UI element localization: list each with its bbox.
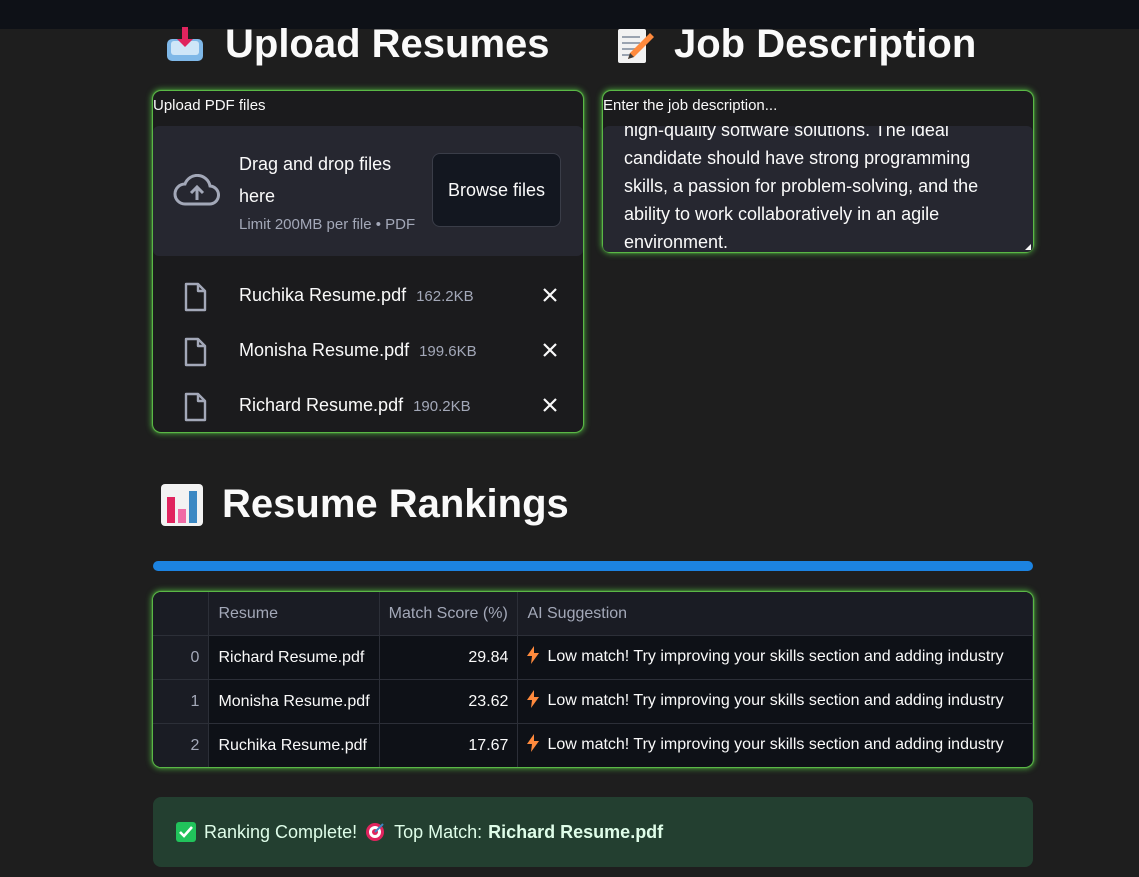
suggestion-cell[interactable]: Low match! Try improving your skills sec… bbox=[517, 723, 1033, 767]
upload-label: Upload PDF files bbox=[153, 97, 266, 114]
progress-bar bbox=[153, 561, 1033, 571]
memo-icon bbox=[612, 23, 656, 67]
column-header-suggestion[interactable]: AI Suggestion bbox=[517, 592, 1033, 636]
resume-cell[interactable]: Monisha Resume.pdf bbox=[208, 679, 380, 724]
remove-file-icon[interactable] bbox=[541, 396, 559, 419]
file-size: 162.2KB bbox=[416, 288, 474, 305]
job-description-label: Enter the job description... bbox=[603, 97, 778, 114]
file-icon bbox=[183, 282, 207, 317]
score-cell[interactable]: 29.84 bbox=[379, 635, 519, 680]
file-size: 199.6KB bbox=[419, 343, 477, 360]
score-cell[interactable]: 23.62 bbox=[379, 679, 519, 724]
success-alert: Ranking Complete! Top Match: Richard Res… bbox=[153, 797, 1033, 867]
success-prefix: Ranking Complete! bbox=[204, 821, 358, 842]
score-cell[interactable]: 17.67 bbox=[379, 723, 519, 767]
resume-cell[interactable]: Ruchika Resume.pdf bbox=[208, 723, 380, 767]
uploaded-file-item: Monisha Resume.pdf 199.6KB bbox=[153, 331, 583, 371]
file-size: 190.2KB bbox=[413, 398, 471, 415]
job-description-textarea[interactable]: high-quality software solutions. The ide… bbox=[603, 126, 1033, 252]
remove-file-icon[interactable] bbox=[541, 286, 559, 309]
column-header-index[interactable] bbox=[153, 592, 210, 636]
column-header-resume[interactable]: Resume bbox=[208, 592, 380, 636]
direct-hit-icon bbox=[365, 822, 385, 842]
table-header-row: Resume Match Score (%) AI Suggestion bbox=[153, 592, 1033, 636]
rankings-heading: Resume Rankings bbox=[160, 482, 569, 527]
resize-handle[interactable] bbox=[1025, 244, 1031, 250]
table-row[interactable]: 0 Richard Resume.pdf 29.84 Low match! Tr… bbox=[153, 635, 1033, 680]
table-row[interactable]: 2 Ruchika Resume.pdf 17.67 Low match! Tr… bbox=[153, 723, 1033, 767]
upload-heading-text: Upload Resumes bbox=[225, 22, 550, 66]
suggestion-cell[interactable]: Low match! Try improving your skills sec… bbox=[517, 635, 1033, 680]
upload-heading: Upload Resumes bbox=[163, 22, 550, 67]
rankings-table[interactable]: Resume Match Score (%) AI Suggestion 0 R… bbox=[153, 592, 1033, 767]
browse-files-button[interactable]: Browse files bbox=[432, 153, 561, 227]
remove-file-icon[interactable] bbox=[541, 341, 559, 364]
dropzone-limit: Limit 200MB per file • PDF bbox=[239, 216, 416, 233]
table-row[interactable]: 1 Monisha Resume.pdf 23.62 Low match! Tr… bbox=[153, 679, 1033, 724]
file-icon bbox=[183, 392, 207, 427]
row-index: 1 bbox=[153, 679, 210, 724]
uploaded-file-item: Richard Resume.pdf 190.2KB bbox=[153, 386, 583, 426]
uploaded-file-item: Ruchika Resume.pdf 162.2KB bbox=[153, 276, 583, 316]
rankings-heading-text: Resume Rankings bbox=[222, 482, 569, 526]
row-index: 2 bbox=[153, 723, 210, 767]
cloud-upload-icon bbox=[173, 173, 221, 213]
file-name: Richard Resume.pdf 190.2KB bbox=[239, 395, 471, 415]
top-match-label: Top Match: bbox=[394, 821, 483, 842]
job-heading: Job Description bbox=[612, 22, 976, 67]
job-panel: Enter the job description... high-qualit… bbox=[603, 91, 1033, 252]
file-icon bbox=[183, 337, 207, 372]
row-index: 0 bbox=[153, 635, 210, 680]
lightning-icon bbox=[527, 646, 540, 669]
file-name: Monisha Resume.pdf 199.6KB bbox=[239, 340, 477, 360]
column-header-score[interactable]: Match Score (%) bbox=[379, 592, 519, 636]
job-heading-text: Job Description bbox=[674, 22, 977, 66]
inbox-tray-icon bbox=[163, 23, 207, 67]
lightning-icon bbox=[527, 734, 540, 757]
check-mark-icon bbox=[176, 822, 196, 842]
upload-panel: Upload PDF files Drag and drop files her… bbox=[153, 91, 583, 432]
resume-cell[interactable]: Richard Resume.pdf bbox=[208, 635, 380, 680]
top-match-value: Richard Resume.pdf bbox=[488, 821, 664, 842]
dropzone-title: Drag and drop files here bbox=[239, 154, 392, 206]
job-description-text: high-quality software solutions. The ide… bbox=[624, 126, 979, 252]
suggestion-cell[interactable]: Low match! Try improving your skills sec… bbox=[517, 679, 1033, 724]
bar-chart-icon bbox=[160, 483, 204, 527]
file-dropzone[interactable]: Drag and drop files here Limit 200MB per… bbox=[153, 126, 583, 256]
file-name: Ruchika Resume.pdf 162.2KB bbox=[239, 285, 474, 305]
lightning-icon bbox=[527, 690, 540, 713]
